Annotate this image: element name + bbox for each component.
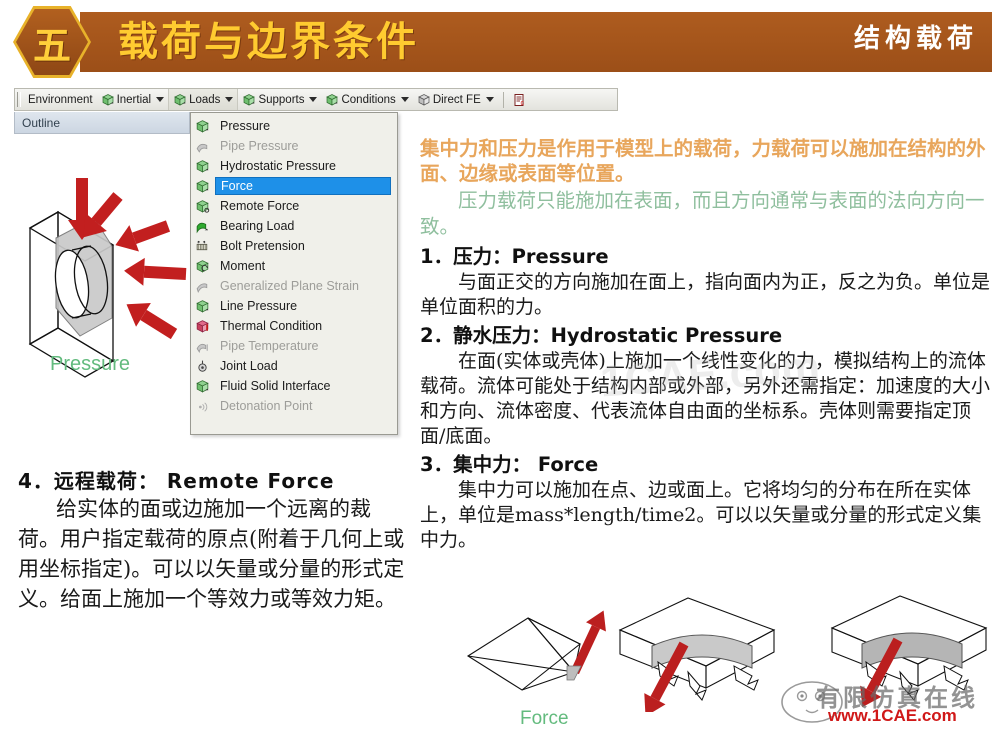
green-cube-icon: [195, 299, 213, 314]
menu-item-bearing-load-label: Bearing Load: [220, 219, 295, 233]
toolbar-button-loads-label: Loads: [189, 93, 221, 106]
thermal-icon: [195, 319, 213, 334]
menu-item-hydrostatic-pressure-label: Hydrostatic Pressure: [220, 159, 337, 173]
section-4-heading: 4．远程载荷： Remote Force: [18, 469, 335, 493]
plane-strain-icon: [195, 279, 213, 294]
menu-item-pressure[interactable]: Pressure: [191, 116, 397, 136]
section-number-text: 五: [32, 22, 71, 68]
menu-item-pipe-temperature-label: Pipe Temperature: [220, 339, 319, 353]
section-number-badge: 五: [13, 6, 91, 78]
toolbar-button-inertial-label: Inertial: [116, 93, 152, 106]
toolbar-button-conditions-label: Conditions: [341, 93, 396, 106]
menu-item-pipe-pressure-label: Pipe Pressure: [220, 139, 299, 153]
section-2-heading: 2．静水压力：Hydrostatic Pressure: [420, 324, 783, 347]
toolbar-button-supports-label: Supports: [258, 93, 305, 106]
menu-item-moment-label: Moment: [220, 259, 266, 273]
report-preview-icon: c: [513, 93, 527, 107]
chevron-down-icon[interactable]: [225, 97, 234, 102]
menu-item-line-pressure-label: Line Pressure: [220, 299, 298, 313]
force-figure-caption: Force: [520, 708, 569, 729]
moment-icon: [195, 259, 213, 274]
green-cube-icon: [195, 159, 213, 174]
menu-item-joint-load-label: Joint Load: [220, 359, 278, 373]
right-text-column: 集中力和压力是作用于模型上的载荷，力载荷可以施加在结构的外面、边缘或表面等位置。…: [420, 136, 995, 553]
green-cube-icon: [195, 199, 213, 214]
section-1-heading: 1．压力：Pressure: [420, 245, 609, 268]
bearing-icon: [195, 219, 213, 234]
menu-item-force[interactable]: Force: [191, 176, 397, 196]
menu-item-thermal-condition[interactable]: Thermal Condition: [191, 316, 397, 336]
toolbar-button-direct-fe-label: Direct FE: [432, 93, 481, 106]
green-cube-icon: [242, 93, 256, 107]
toolbar-button-environment[interactable]: Environment: [24, 89, 97, 110]
menu-item-fluid-solid-interface[interactable]: Fluid Solid Interface: [191, 376, 397, 396]
section-4-body: 给实体的面或边施加一个远离的裁荷。用户指定载荷的原点(附着于几何上或用坐标指定)…: [18, 497, 405, 611]
left-bottom-text-block: 4．远程载荷： Remote Force 给实体的面或边施加一个远离的裁荷。用户…: [18, 465, 408, 614]
menu-item-remote-force-label: Remote Force: [220, 199, 300, 213]
section-3-body: 集中力可以施加在点、边或面上。它将均匀的分布在所在实体上，单位是mass*len…: [420, 479, 982, 551]
bolt-icon: [195, 239, 213, 254]
chevron-down-icon[interactable]: [485, 97, 494, 102]
header-subtitle: 结构载荷: [853, 24, 978, 54]
detonation-icon: [195, 399, 213, 414]
section-2-body: 在面(实体或壳体)上施加一个线性变化的力，模拟结构上的流体载荷。流体可能处于结构…: [420, 350, 991, 447]
toolbar-button-environment-label: Environment: [28, 93, 93, 106]
menu-item-bearing-load[interactable]: Bearing Load: [191, 216, 397, 236]
chevron-down-icon[interactable]: [309, 97, 318, 102]
green-cube-icon: [195, 119, 213, 134]
chevron-down-icon[interactable]: [156, 97, 165, 102]
section-3-heading: 3．集中力： Force: [420, 453, 599, 476]
toolbar-button-supports[interactable]: Supports: [238, 89, 321, 110]
chevron-down-icon[interactable]: [400, 97, 409, 102]
menu-item-line-pressure[interactable]: Line Pressure: [191, 296, 397, 316]
pipe-temp-icon: [195, 339, 213, 354]
green-cube-icon: [101, 93, 115, 107]
green-cube-icon: [417, 93, 431, 107]
menu-item-fluid-solid-interface-label: Fluid Solid Interface: [220, 379, 331, 393]
page-title: 载荷与边界条件: [118, 18, 419, 65]
toolbar-button-direct-fe[interactable]: Direct FE: [413, 89, 498, 110]
pressure-figure-caption: Pressure: [50, 353, 131, 375]
toolbar-grip[interactable]: [17, 92, 21, 107]
svg-text:c: c: [520, 100, 524, 107]
toolbar-button-conditions[interactable]: Conditions: [321, 89, 412, 110]
menu-item-pipe-temperature: Pipe Temperature: [191, 336, 397, 356]
outline-panel-header[interactable]: Outline: [14, 112, 190, 134]
menu-item-pipe-pressure: Pipe Pressure: [191, 136, 397, 156]
pressure-cad-illustration: [8, 168, 196, 383]
page-header: 载荷与边界条件 结构载荷 五: [0, 0, 1000, 82]
wedge-wireframe: [466, 617, 582, 691]
joint-icon: [195, 359, 213, 374]
toolbar-button-inertial[interactable]: Inertial: [97, 89, 169, 110]
green-cube-icon: [325, 93, 339, 107]
menu-item-moment[interactable]: Moment: [191, 256, 397, 276]
green-cube-icon: [195, 379, 213, 394]
intro-paragraph-orange: 集中力和压力是作用于模型上的载荷，力载荷可以施加在结构的外面、边缘或表面等位置。: [420, 137, 986, 185]
intro-paragraph-teal: 压力载荷只能施加在表面，而且方向通常与表面的法向方向一致。: [420, 189, 985, 238]
menu-item-joint-load[interactable]: Joint Load: [191, 356, 397, 376]
toolbar-button-report-preview[interactable]: c: [509, 89, 531, 110]
menu-item-detonation-point-label: Detonation Point: [220, 399, 313, 413]
section-1-body: 与面正交的方向施加在面上，指向面内为正，反之为负。单位是单位面积的力。: [420, 271, 991, 318]
ansys-environment-toolbar: Environment Inertial Loads Supports Cond…: [14, 88, 618, 111]
force-illustrations: [462, 594, 1000, 717]
menu-item-force-label: Force: [215, 177, 391, 195]
menu-item-thermal-condition-label: Thermal Condition: [220, 319, 323, 333]
outline-title: Outline: [22, 115, 61, 130]
green-cube-icon: [173, 93, 187, 107]
menu-item-bolt-pretension-label: Bolt Pretension: [220, 239, 305, 253]
menu-item-pressure-label: Pressure: [220, 119, 271, 133]
pipe-icon: [195, 139, 213, 154]
menu-item-detonation-point: Detonation Point: [191, 396, 397, 416]
menu-item-bolt-pretension[interactable]: Bolt Pretension: [191, 236, 397, 256]
menu-item-hydrostatic-pressure[interactable]: Hydrostatic Pressure: [191, 156, 397, 176]
toolbar-divider: [502, 91, 504, 108]
menu-item-remote-force[interactable]: Remote Force: [191, 196, 397, 216]
menu-item-generalized-plane-strain: Generalized Plane Strain: [191, 276, 397, 296]
green-cube-icon: [195, 179, 213, 194]
toolbar-button-loads[interactable]: Loads: [168, 89, 239, 110]
loads-dropdown-menu[interactable]: Pressure Pipe Pressure Hydrostatic Press…: [190, 112, 398, 435]
menu-item-generalized-plane-strain-label: Generalized Plane Strain: [220, 279, 359, 293]
